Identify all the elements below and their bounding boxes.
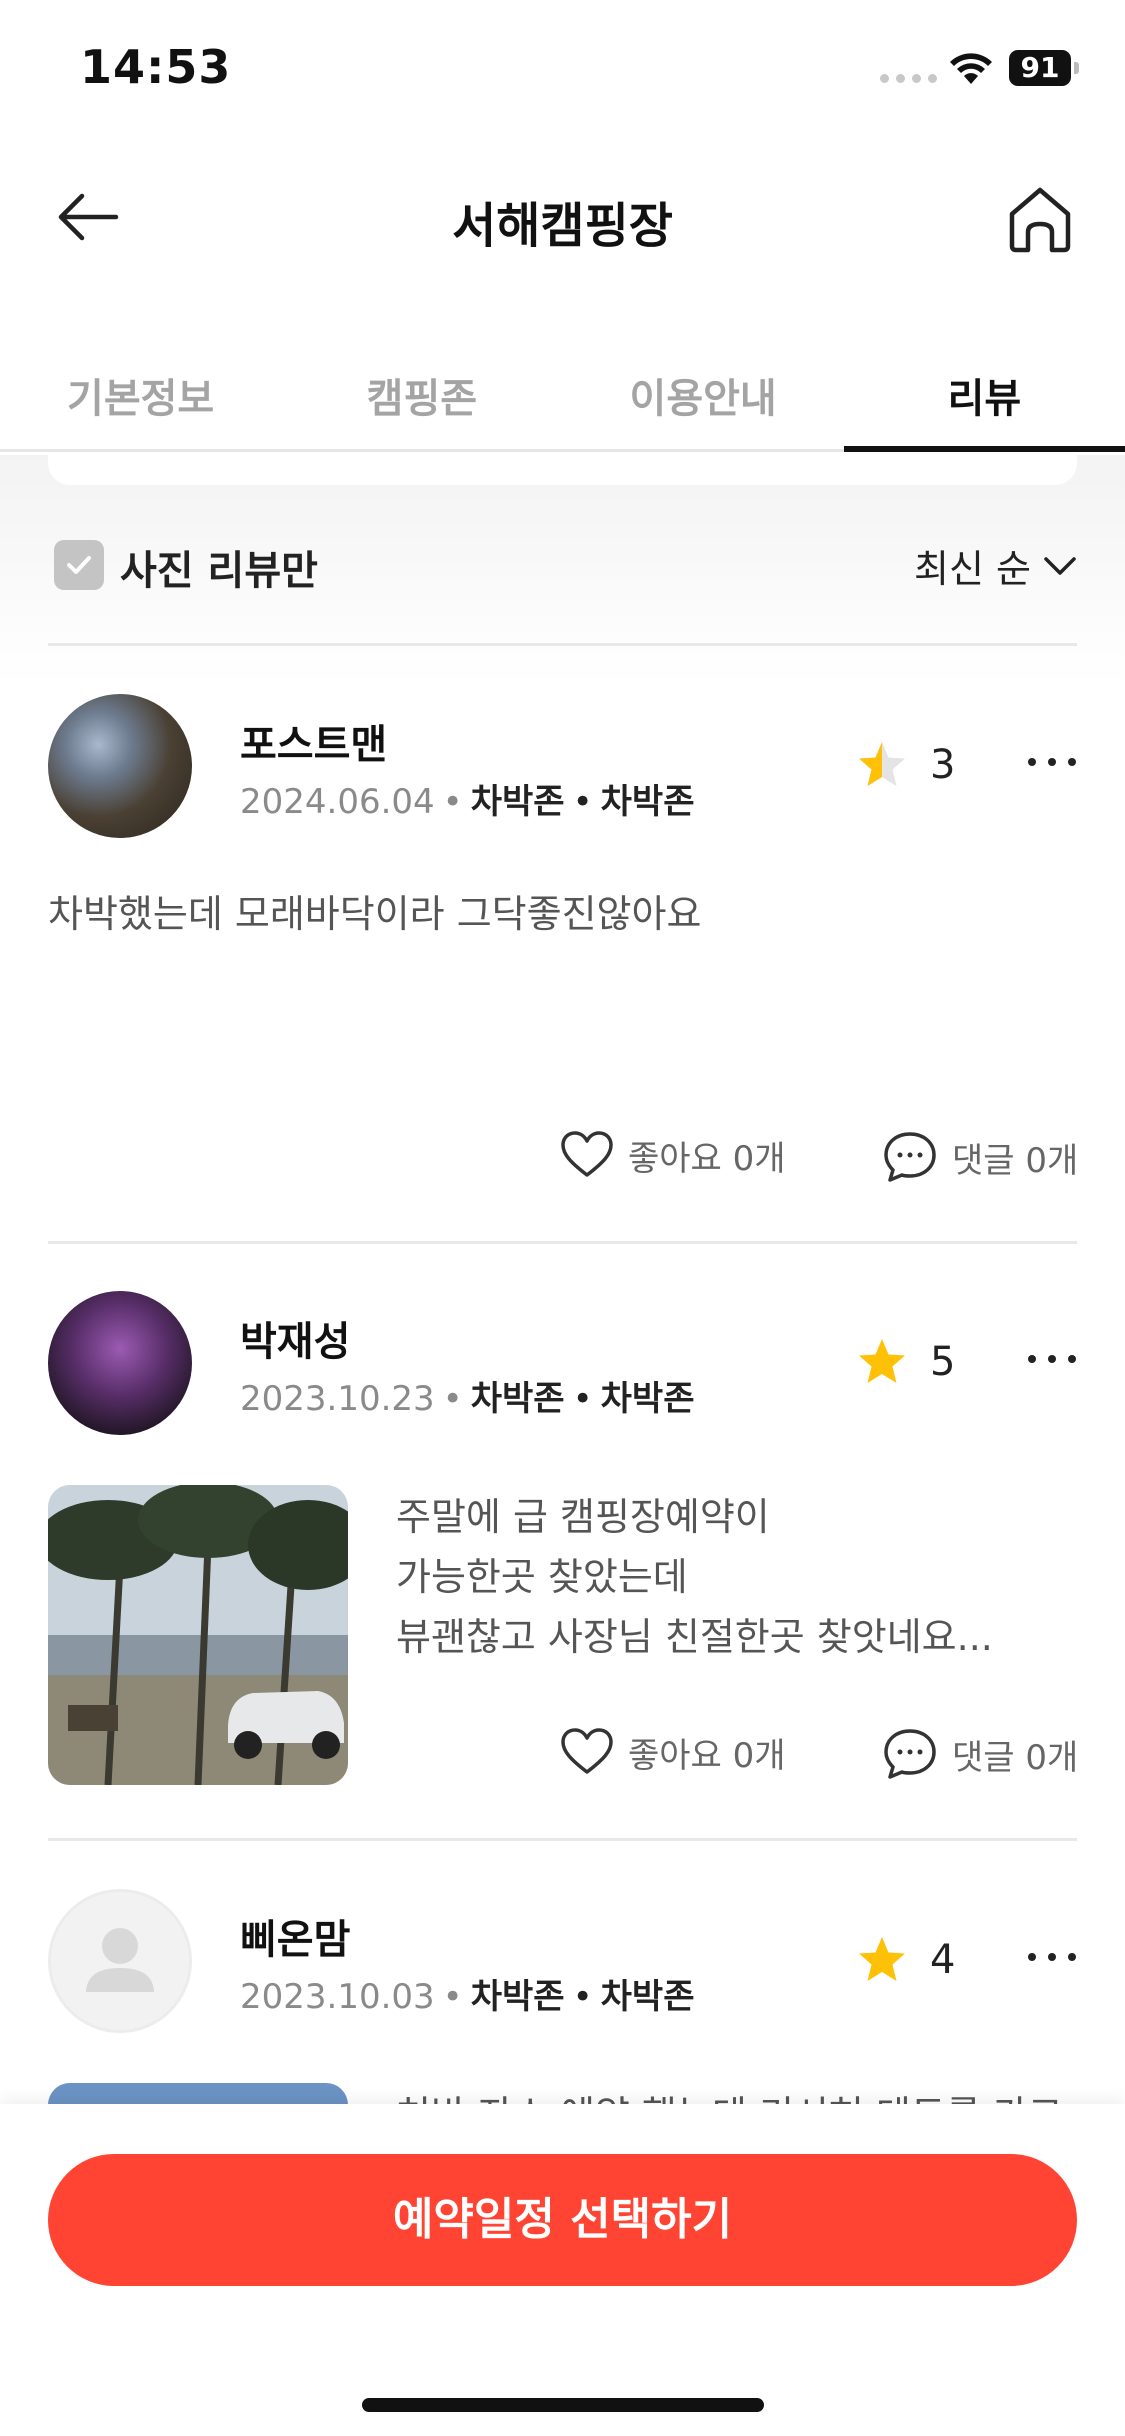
avatar[interactable] — [48, 1291, 192, 1435]
tab-camping-zone[interactable]: 캠핑존 — [281, 330, 562, 449]
reviewer-name: 포스트맨 — [240, 722, 388, 768]
review-photo[interactable] — [48, 2083, 348, 2104]
review-item: 박재성 2023.10.23 • 차박존 • 차박존 5 주말에 급 캠핑장예약이 가능… — [48, 1291, 1080, 1841]
default-avatar-icon — [86, 1928, 154, 1992]
review-photo-image — [48, 1485, 348, 1785]
tab-reviews[interactable]: 리뷰 — [843, 330, 1125, 452]
comment-count: 댓글 0개 — [952, 1140, 1079, 1181]
tab-usage-guide[interactable]: 이용안내 — [563, 330, 844, 449]
comment-button[interactable]: 댓글 0개 — [882, 1130, 1078, 1184]
battery-tip — [1074, 62, 1079, 74]
star-icon — [859, 1339, 905, 1383]
rating-value: 3 — [930, 742, 956, 788]
battery-icon: 91 — [1009, 50, 1071, 86]
review-zone: 차박존 — [470, 782, 565, 822]
rating-value: 4 — [930, 1937, 956, 1983]
like-count: 좋아요 0개 — [628, 1138, 786, 1179]
home-indicator — [362, 2398, 764, 2412]
bottom-action-bar: 예약일정 선택하기 — [0, 2104, 1125, 2436]
tab-bar: 기본정보 캠핑존 이용안내 리뷰 — [0, 330, 1125, 452]
like-count: 좋아요 0개 — [628, 1735, 786, 1776]
app-header: 서해캠핑장 — [0, 150, 1125, 280]
review-item: 포스트맨 2024.06.04 • 차박존 • 차박존 3 차박했는데 모래바닥이라 그… — [48, 694, 1080, 1244]
more-icon[interactable] — [1024, 752, 1080, 772]
reviewer-name: 삐온맘 — [240, 1917, 351, 1963]
heart-icon — [561, 1131, 613, 1177]
divider — [48, 1241, 1077, 1244]
photo-review-checkbox[interactable] — [54, 540, 104, 590]
review-text: 주말에 급 캠핑장예약이 가능한곳 찾았는데 뷰괜찮고 사장님 친절한곳 찾앗네… — [396, 1487, 993, 1667]
heart-icon — [561, 1728, 613, 1774]
half-star-icon — [859, 742, 905, 786]
page-title: 서해캠핑장 — [452, 198, 673, 254]
select-reservation-button[interactable]: 예약일정 선택하기 — [48, 2154, 1077, 2286]
review-date: 2024.06.04 — [240, 782, 435, 822]
reviewer-name: 박재성 — [240, 1319, 351, 1365]
more-icon[interactable] — [1024, 1349, 1080, 1369]
review-date: 2023.10.23 — [240, 1379, 435, 1419]
review-text: 처박 자소 예약 했는데 기시혀 데도를 가고 — [396, 2085, 1063, 2104]
review-text-line: 주말에 급 캠핑장예약이 — [396, 1495, 770, 1539]
more-icon[interactable] — [1024, 1947, 1077, 1967]
comment-button[interactable]: 댓글 0개 — [882, 1727, 1078, 1781]
review-filter-row: 사진 리뷰만 최신 순 — [48, 530, 1077, 600]
review-subzone: 차박존 — [600, 1379, 695, 1419]
tab-basic-info[interactable]: 기본정보 — [0, 330, 281, 449]
review-subzone: 차박존 — [600, 1977, 695, 2017]
review-date: 2023.10.03 — [240, 1977, 435, 2017]
review-meta: 2023.10.23 • 차박존 • 차박존 — [240, 1379, 695, 1419]
status-time: 14:53 — [80, 40, 232, 94]
divider — [48, 643, 1077, 646]
rating-value: 5 — [930, 1339, 956, 1385]
status-bar: 14:53 91 — [0, 0, 1125, 140]
photo-review-label: 사진 리뷰만 — [120, 548, 318, 594]
star-icon — [859, 1937, 905, 1981]
review-item: 삐온맘 2023.10.03•차박존•차박존 4 처박 자소 예약 했는데 기시… — [48, 1889, 1077, 2104]
like-button[interactable]: 좋아요 0개 — [560, 1130, 786, 1180]
avatar[interactable] — [48, 1889, 192, 2033]
content-top-edge — [48, 455, 1077, 485]
review-zone: 차박존 — [470, 1379, 565, 1419]
comment-icon — [884, 1729, 936, 1779]
review-zone: 차박존 — [470, 1977, 565, 2017]
review-subzone: 차박존 — [600, 782, 695, 822]
comment-count: 댓글 0개 — [952, 1737, 1079, 1778]
review-text: 차박했는데 모래바닥이라 그닥좋진않아요 — [48, 892, 702, 936]
divider — [48, 1838, 1077, 1841]
review-photo[interactable] — [48, 1485, 348, 1785]
review-rating: 3 — [856, 740, 955, 790]
check-icon — [67, 556, 91, 574]
review-meta: 2023.10.03 • 차박존 • 차박존 — [240, 1977, 695, 2017]
like-button[interactable]: 좋아요 0개 — [560, 1727, 786, 1777]
home-icon[interactable] — [1000, 180, 1080, 260]
sort-dropdown[interactable]: 최신 순 — [914, 538, 1077, 593]
review-meta: 2024.06.04 • 차박존 • 차박존 — [240, 782, 695, 822]
avatar[interactable] — [48, 694, 192, 838]
comment-icon — [884, 1132, 936, 1182]
review-rating: 4 — [856, 1935, 955, 1985]
review-text-line: 가능한곳 찾았는데 — [396, 1555, 688, 1599]
cellular-signal-icon — [880, 74, 937, 83]
review-text-line: 뷰괜찮고 사장님 친절한곳 찾앗네요... — [396, 1615, 993, 1659]
sort-label: 최신 순 — [914, 547, 1031, 591]
review-rating: 5 — [856, 1337, 955, 1387]
wifi-icon — [950, 53, 992, 84]
chevron-down-icon — [1044, 556, 1076, 575]
